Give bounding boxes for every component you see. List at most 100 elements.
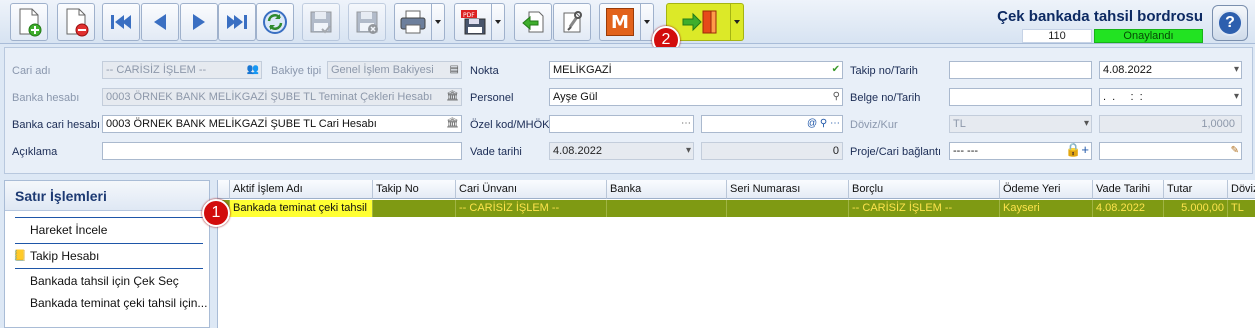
ozel-kod-label: Özel kod/MHÖK [470,119,550,131]
table-cell-seri-numarasi[interactable] [727,200,849,217]
column-header-takip-no[interactable]: Takip No [373,180,456,199]
toolbar: PDF M 2 Çek bankada tahsil bordrosu 110 … [0,0,1255,54]
vade-tarihi-field[interactable]: 4.08.2022 ▾ [549,142,694,160]
settings-button[interactable] [553,3,591,41]
aciklama-label: Açıklama [12,146,58,158]
table-cell-doviz[interactable]: TL [1228,200,1255,217]
nokta-value: MELİKGAZİ [553,64,612,76]
banka-hesabi-value: 0003 ÖRNEK BANK MELİKGAZİ ŞUBE TL Temina… [106,91,433,103]
table-cell-cari-unvani[interactable]: -- CARİSİZ İŞLEM -- [456,200,607,217]
export-dropdown[interactable] [492,3,505,41]
new-document-button[interactable] [10,3,48,41]
column-header-seri-numarasi[interactable]: Seri Numarası [727,180,849,199]
table-cell-tutar[interactable]: 5.000,00 [1164,200,1228,217]
refresh-button[interactable] [256,3,294,41]
table-cell-borclu[interactable]: -- CARİSİZ İŞLEM -- [849,200,1000,217]
first-record-icon [111,15,131,29]
check-icon: ✔ [831,64,840,75]
refresh-icon [263,10,287,34]
sidebar-item-hareket-incele[interactable]: Hareket İncele [30,223,107,237]
print-dropdown[interactable] [432,3,445,41]
column-header-borclu[interactable]: Borçlu [849,180,1000,199]
personel-field[interactable]: Ayşe Gül ⚲ [549,88,843,106]
cancel-save-button[interactable] [348,3,386,41]
table-cell-banka[interactable] [607,200,727,217]
m-button[interactable]: M [599,3,641,41]
doviz-value: TL [953,118,966,130]
column-header-aktif-islem[interactable]: Aktif İşlem Adı [230,180,373,199]
bakiye-tipi-value: Genel İşlem Bakiyesi [331,64,434,76]
bank-icon: 🏛 [446,118,459,129]
save-button[interactable] [302,3,340,41]
column-header-odeme-yeri[interactable]: Ödeme Yeri [1000,180,1093,199]
settings-icon [563,11,582,33]
sidebar-item-teminat-tahsil[interactable]: Bankada teminat çeki tahsil için... [30,296,207,310]
ozel-kod-field-2[interactable]: @ ⚲ ⋯ [701,115,843,133]
email-icon: @ ⚲ ⋯ [806,118,840,129]
nokta-label: Nokta [470,65,499,77]
doviz-label: Döviz/Kur [850,119,898,131]
column-header-vade-tarihi[interactable]: Vade Tarihi [1093,180,1164,199]
takip-tarih-field[interactable]: 4.08.2022 ▾ [1099,61,1242,79]
next-record-icon [193,14,205,30]
row-indicator-header [218,180,230,199]
chevron-down-icon: ▾ [1083,118,1089,129]
aciklama-field[interactable] [102,142,462,160]
takip-no-field[interactable] [949,61,1092,79]
cari-adi-field[interactable]: -- CARİSİZ İŞLEM -- 👥 [102,61,262,79]
personel-value: Ayşe Gül [553,91,598,103]
column-header-doviz[interactable]: Döviz [1228,180,1255,199]
table-cell-aktif-islem[interactable]: Bankada teminat çeki tahsil [230,200,373,217]
column-header-banka[interactable]: Banka [607,180,727,199]
next-record-button[interactable] [180,3,218,41]
table-cell-takip-no[interactable] [373,200,456,217]
table-cell-vade-tarihi[interactable]: 4.08.2022 [1093,200,1164,217]
table-cell-odeme-yeri[interactable]: Kayseri [1000,200,1093,217]
banka-hesabi-label: Banka hesabı [12,92,80,104]
personel-label: Personel [470,92,514,104]
takip-tarih-value: 4.08.2022 [1103,64,1152,76]
previous-record-button[interactable] [141,3,179,41]
banka-cari-hesabi-value: 0003 ÖRNEK BANK MELİKGAZİ ŞUBE TL Cari H… [106,118,377,130]
last-record-icon [227,15,247,29]
transactions-grid: Aktif İşlem Adı Takip No Cari Ünvanı Ban… [217,180,1255,328]
delete-document-button[interactable] [57,3,95,41]
svg-text:PDF: PDF [463,12,475,19]
back-button[interactable] [514,3,552,41]
row-actions-panel: Satır İşlemleri Hareket İncele 📒 Takip H… [4,180,210,328]
kur-value: 1,0000 [1201,118,1235,130]
belge-tarih-field[interactable]: . . : : ▾ [1099,88,1242,106]
belge-no-field[interactable] [949,88,1092,106]
bakiye-tipi-label: Bakiye tipi [271,65,322,77]
cancel-save-icon [356,11,378,34]
sidebar-item-cek-sec[interactable]: Bankada tahsil için Çek Seç [30,274,179,288]
cari-adi-value: -- CARİSİZ İŞLEM -- [106,64,207,76]
print-button[interactable] [394,3,432,41]
lock-plus-icon: 🔒+ [1065,142,1089,157]
nokta-field[interactable]: MELİKGAZİ ✔ [549,61,843,79]
list-icon: ▤ [449,64,459,75]
ozel-kod-field[interactable]: ⋯ [549,115,694,133]
proje-value: --- --- [953,145,979,157]
transfer-dropdown[interactable] [731,3,744,41]
new-document-icon [19,8,42,37]
step-badge-1: 1 [202,199,230,227]
cari-baglanti-field[interactable]: ✎ [1099,142,1242,160]
proje-field[interactable]: --- --- 🔒+ [949,142,1092,160]
cari-adi-label: Cari adı [12,65,51,77]
vade-amount-value: 0 [832,145,839,157]
eraser-icon: ✎ [1230,145,1239,156]
banka-hesabi-field[interactable]: 0003 ÖRNEK BANK MELİKGAZİ ŞUBE TL Temina… [102,88,462,106]
sidebar-item-takip-hesabi[interactable]: Takip Hesabı [30,249,99,263]
column-header-cari-unvani[interactable]: Cari Ünvanı [456,180,607,199]
banka-cari-hesabi-field[interactable]: 0003 ÖRNEK BANK MELİKGAZİ ŞUBE TL Cari H… [102,115,462,133]
column-header-tutar[interactable]: Tutar [1164,180,1228,199]
doviz-field[interactable]: TL ▾ [949,115,1092,133]
ellipsis-icon: ⋯ [681,118,691,129]
export-pdf-button[interactable]: PDF [454,3,492,41]
bakiye-tipi-field[interactable]: Genel İşlem Bakiyesi ▤ [327,61,462,79]
status-badge: Onaylandı [1094,29,1203,43]
last-record-button[interactable] [218,3,256,41]
help-button[interactable]: ? [1212,5,1248,41]
first-record-button[interactable] [102,3,140,41]
